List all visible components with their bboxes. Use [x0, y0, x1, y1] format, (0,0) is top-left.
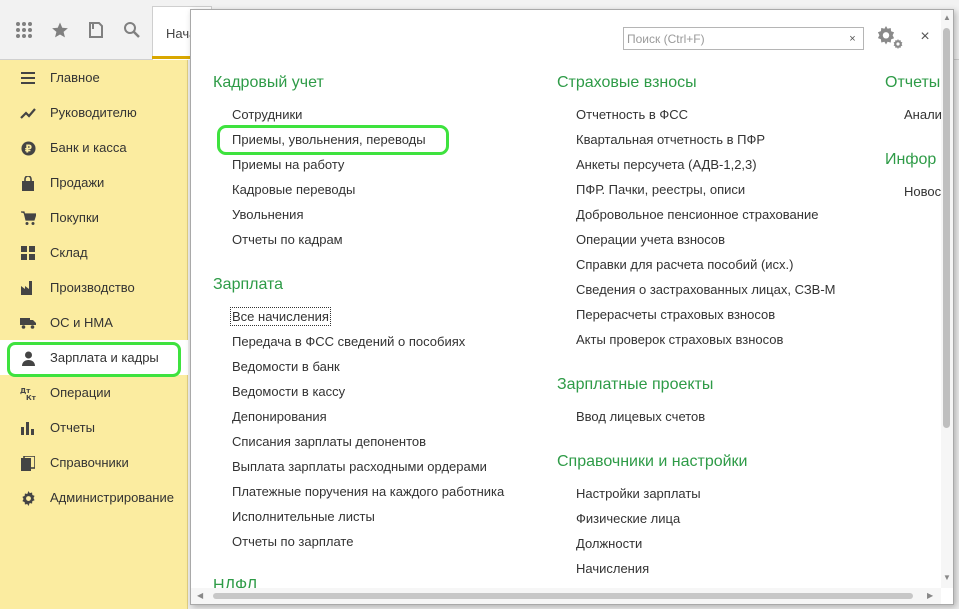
gear-icon — [20, 490, 36, 506]
link-personal-accounts[interactable]: Ввод лицевых счетов — [576, 409, 705, 424]
horizontal-scrollbar[interactable]: ◀ ▶ — [191, 588, 941, 604]
horizontal-scroll-thumb[interactable] — [213, 593, 913, 599]
link-cash-orders[interactable]: Выплата зарплаты расходными ордерами — [232, 459, 487, 474]
sidebar-item-fixed-assets[interactable]: ОС и НМА — [0, 305, 188, 340]
link-payment-orders[interactable]: Платежные поручения на каждого работника — [232, 484, 504, 499]
link-bank-statements[interactable]: Ведомости в банк — [232, 359, 340, 374]
scroll-down-icon[interactable]: ▼ — [943, 573, 951, 582]
link-voluntary-pension[interactable]: Добровольное пенсионное страхование — [576, 207, 818, 222]
link-dismissals[interactable]: Увольнения — [232, 207, 303, 222]
link-fss-reporting[interactable]: Отчетность в ФСС — [576, 107, 688, 122]
link-deposits[interactable]: Депонирования — [232, 409, 327, 424]
ruble-icon: ₽ — [20, 140, 36, 156]
book-icon — [20, 455, 36, 471]
link-cash-statements[interactable]: Ведомости в кассу — [232, 384, 345, 399]
link-recalculations[interactable]: Перерасчеты страховых взносов — [576, 307, 775, 322]
sidebar-item-label: Справочники — [50, 455, 129, 470]
sidebar: Главное Руководителю ₽ Банк и касса Прод… — [0, 60, 188, 609]
tab-active-indicator — [152, 56, 190, 59]
sidebar-item-label: Зарплата и кадры — [50, 350, 159, 365]
vertical-scrollbar[interactable]: ▲ ▼ — [941, 10, 953, 588]
sidebar-item-label: Операции — [50, 385, 111, 400]
link-hires[interactable]: Приемы на работу — [232, 157, 344, 172]
link-pfr-packs[interactable]: ПФР. Пачки, реестры, описи — [576, 182, 745, 197]
sidebar-item-sales[interactable]: Продажи — [0, 165, 188, 200]
sidebar-item-label: Главное — [50, 70, 100, 85]
link-fss-benefits[interactable]: Передача в ФСС сведений о пособиях — [232, 334, 465, 349]
link-positions[interactable]: Должности — [576, 536, 642, 551]
section-title-info: Инфор — [885, 151, 937, 168]
factory-icon — [20, 280, 36, 296]
scroll-up-icon[interactable]: ▲ — [943, 13, 951, 22]
link-adv-forms[interactable]: Анкеты персучета (АДВ-1,2,3) — [576, 157, 757, 172]
vertical-scroll-thumb[interactable] — [943, 28, 950, 428]
sidebar-item-purchases[interactable]: Покупки — [0, 200, 188, 235]
link-individuals[interactable]: Физические лица — [576, 511, 680, 526]
section-title-ndfl: НДФЛ — [213, 577, 258, 588]
section-title-insurance: Страховые взносы — [557, 74, 697, 91]
link-salary-reports[interactable]: Отчеты по зарплате — [232, 534, 353, 549]
sidebar-item-bank[interactable]: ₽ Банк и касса — [0, 130, 188, 165]
bar-chart-icon — [20, 420, 36, 436]
dt-kt-icon: Дт Кт — [20, 385, 36, 401]
link-szv-m[interactable]: Сведения о застрахованных лицах, СЗВ-М — [576, 282, 836, 297]
link-employees[interactable]: Сотрудники — [232, 107, 302, 122]
sidebar-item-reports[interactable]: Отчеты — [0, 410, 188, 445]
panel-content: Кадровый учет Сотрудники Приемы, увольне… — [191, 10, 941, 588]
link-accruals[interactable]: Начисления — [576, 561, 649, 576]
link-audit-acts[interactable]: Акты проверок страховых взносов — [576, 332, 783, 347]
link-benefit-certs[interactable]: Справки для расчета пособий (исх.) — [576, 257, 793, 272]
link-deposit-writeoffs[interactable]: Списания зарплаты депонентов — [232, 434, 426, 449]
section-title-salary-projects: Зарплатные проекты — [557, 376, 714, 393]
sidebar-item-production[interactable]: Производство — [0, 270, 188, 305]
star-icon[interactable] — [48, 18, 72, 42]
search-icon[interactable] — [120, 18, 144, 42]
section-panel: × × Кадровый учет Сотрудники Приемы, уво… — [190, 9, 954, 605]
warehouse-icon — [20, 245, 36, 261]
link-news[interactable]: Новос — [904, 184, 941, 199]
sidebar-item-directories[interactable]: Справочники — [0, 445, 188, 480]
sidebar-item-label: Склад — [50, 245, 88, 260]
menu-lines-icon — [20, 70, 36, 86]
sidebar-item-label: Продажи — [50, 175, 105, 190]
history-icon[interactable] — [84, 18, 108, 42]
scroll-left-icon[interactable]: ◀ — [197, 591, 203, 600]
sidebar-item-label: ОС и НМА — [50, 315, 113, 330]
link-salary-settings[interactable]: Настройки зарплаты — [576, 486, 701, 501]
sidebar-item-label: Администрирование — [50, 490, 174, 505]
link-writs[interactable]: Исполнительные листы — [232, 509, 375, 524]
svg-text:Кт: Кт — [26, 394, 36, 401]
link-pfr-quarterly[interactable]: Квартальная отчетность в ПФР — [576, 132, 765, 147]
section-title-reports: Отчеты — [885, 74, 941, 91]
sidebar-item-label: Банк и касса — [50, 140, 127, 155]
link-all-accruals[interactable]: Все начисления — [230, 307, 331, 326]
link-transfers[interactable]: Кадровые переводы — [232, 182, 355, 197]
link-hr-reports[interactable]: Отчеты по кадрам — [232, 232, 343, 247]
person-icon — [20, 350, 36, 366]
apps-grid-icon[interactable] — [12, 18, 36, 42]
truck-icon — [20, 315, 36, 331]
sidebar-item-main[interactable]: Главное — [0, 60, 188, 95]
sidebar-item-label: Руководителю — [50, 105, 137, 120]
sidebar-item-label: Отчеты — [50, 420, 95, 435]
section-title-hr: Кадровый учет — [213, 74, 324, 91]
link-contribution-ops[interactable]: Операции учета взносов — [576, 232, 725, 247]
sidebar-item-warehouse[interactable]: Склад — [0, 235, 188, 270]
app-window: Начальная страница Главное Руководителю … — [0, 0, 959, 609]
sidebar-item-manager[interactable]: Руководителю — [0, 95, 188, 130]
sidebar-item-operations[interactable]: Дт Кт Операции — [0, 375, 188, 410]
sidebar-item-label: Покупки — [50, 210, 99, 225]
bag-icon — [20, 175, 36, 191]
sidebar-item-label: Производство — [50, 280, 135, 295]
cart-icon — [20, 210, 36, 226]
svg-text:₽: ₽ — [24, 143, 31, 155]
section-title-settings: Справочники и настройки — [557, 453, 748, 470]
sidebar-item-salary-hr[interactable]: Зарплата и кадры — [0, 340, 188, 375]
section-title-salary: Зарплата — [213, 276, 284, 293]
sidebar-item-administration[interactable]: Администрирование — [0, 480, 188, 515]
trend-icon — [20, 105, 36, 121]
scroll-right-icon[interactable]: ▶ — [927, 591, 933, 600]
link-analysis[interactable]: Анали — [904, 107, 941, 122]
link-hires-dismissals-transfers[interactable]: Приемы, увольнения, переводы — [232, 132, 426, 147]
